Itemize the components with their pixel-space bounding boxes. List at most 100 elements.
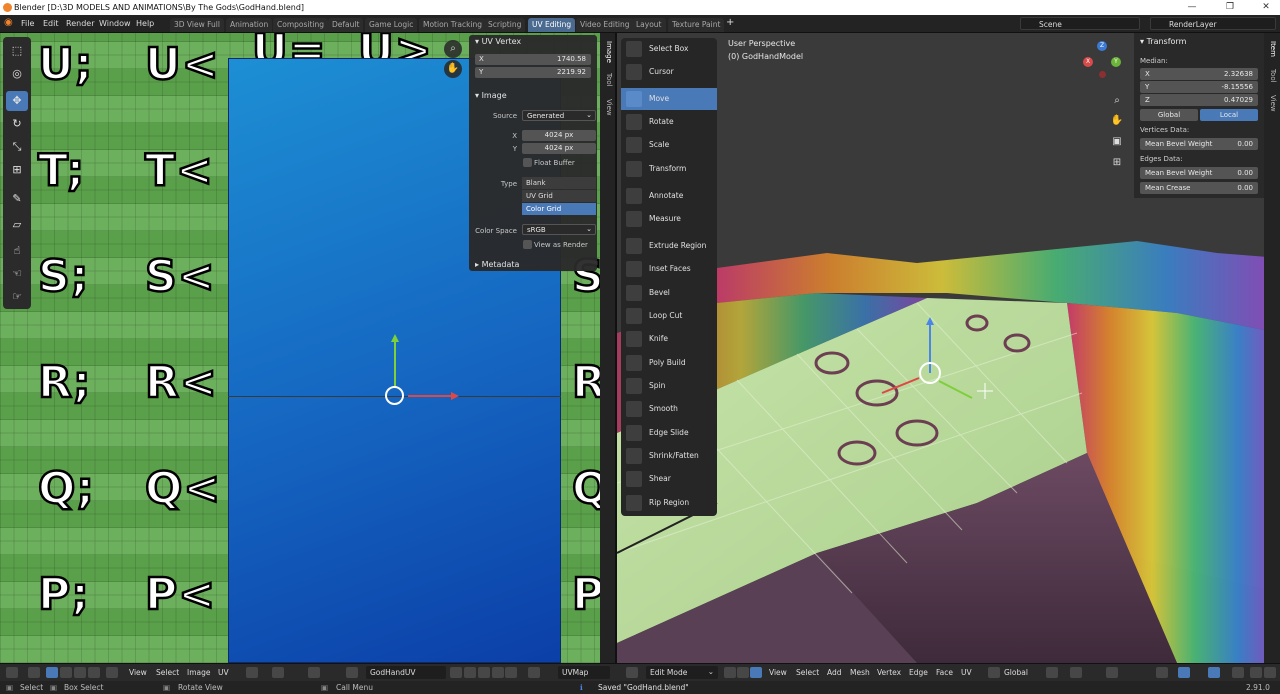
tab-layout[interactable]: Layout [632,18,666,32]
tool-transform[interactable]: Transform [621,158,717,180]
tool-knife[interactable]: Knife [621,328,717,350]
scene-field[interactable]: Scene [1020,17,1140,30]
image-browse-icon[interactable] [346,667,358,678]
color-space-dropdown[interactable]: sRGB ⌄ [522,224,596,235]
cursor-icon[interactable]: ◎ [6,64,28,84]
median-x-field[interactable]: X 2.32638 [1140,68,1258,80]
snap-icon[interactable] [272,667,284,678]
sidebar-tab-tool[interactable]: Tool [1266,69,1277,83]
image-name-field[interactable]: GodHandUV [366,666,446,679]
menu-render[interactable]: Render [66,19,94,28]
tool-poly-build[interactable]: Poly Build [621,352,717,374]
sticky-select-icon[interactable] [106,667,118,678]
tool-rip-region[interactable]: Rip Region [621,492,717,514]
rip-region-icon[interactable]: ▱ [6,215,28,235]
orientation-dropdown[interactable]: Global [1004,668,1028,677]
uv-menu-image[interactable]: Image [187,668,211,677]
mode-dropdown[interactable]: Edit Mode ⌄ [646,666,718,679]
tool-shrink-fatten[interactable]: Shrink/Fatten [621,445,717,467]
transform-header[interactable]: ▾ Transform [1140,37,1186,46]
tab-uv-editing[interactable]: UV Editing [528,18,576,32]
shading-material-icon[interactable] [1264,667,1276,678]
tab-default[interactable]: Default [328,18,364,32]
sidebar-tab-item[interactable]: Item [1266,41,1277,57]
face-mode-icon[interactable] [750,667,762,678]
pin-icon[interactable] [505,667,517,678]
view-as-render-checkbox[interactable] [523,240,532,249]
axis-x-icon[interactable]: X [1083,57,1093,67]
move-gizmo-y-arrow[interactable] [394,338,396,388]
uv-sync-icon[interactable] [28,667,40,678]
axis-y-icon[interactable]: Y [1111,57,1121,67]
pan-hand-icon[interactable]: ✋ [444,60,462,78]
pivot-icon[interactable] [1046,667,1058,678]
tool-smooth[interactable]: Smooth [621,398,717,420]
uv-map-field[interactable]: UVMap [558,666,610,679]
tool-move[interactable]: Move [621,88,717,110]
move-gizmo-center[interactable] [385,386,404,405]
zoom-icon[interactable]: ⌕ [444,40,462,58]
tool-rotate[interactable]: Rotate [621,111,717,133]
tool-cursor[interactable]: Cursor [621,61,717,83]
blender-menu-icon[interactable]: ◉ [4,17,13,28]
proportional-edit-icon[interactable] [308,667,320,678]
tab-texture-paint[interactable]: Texture Paint [668,18,725,32]
snap-icon[interactable] [1070,667,1082,678]
uv-editor[interactable]: U; T; S; R; Q; P; U< T< S< R< Q< P< U= U… [0,33,600,663]
tool-scale[interactable]: Scale [621,134,717,156]
vp-menu-select[interactable]: Select [796,668,819,677]
grab-icon[interactable]: ☝ [6,241,28,261]
editor-type-icon[interactable] [6,667,18,678]
tool-shear[interactable]: Shear [621,468,717,490]
global-toggle[interactable]: Global [1140,109,1198,121]
navigation-gizmo[interactable]: Z X Y [1083,41,1123,81]
vp-menu-uv[interactable]: UV [961,668,972,677]
uv-menu-uv[interactable]: UV [218,668,229,677]
camera-icon[interactable]: ▣ [1109,136,1125,152]
tool-bevel[interactable]: Bevel [621,282,717,304]
edge-select-icon[interactable] [60,667,72,678]
menu-edit[interactable]: Edit [43,19,59,28]
tool-select-box[interactable]: Select Box [621,38,717,60]
pinch-icon[interactable]: ☞ [6,287,28,307]
relax-icon[interactable]: ☜ [6,264,28,284]
metadata-header[interactable]: ▸ Metadata [475,260,519,269]
tab-3d-view-full[interactable]: 3D View Full [170,18,224,32]
fake-user-icon[interactable] [450,667,462,678]
vp-menu-edge[interactable]: Edge [909,668,928,677]
tool-annotate[interactable]: Annotate [621,185,717,207]
move-icon[interactable]: ✥ [6,91,28,111]
vertex-bevel-weight-field[interactable]: Mean Bevel Weight 0.00 [1140,138,1258,150]
face-select-icon[interactable] [74,667,86,678]
median-z-field[interactable]: Z 0.47029 [1140,94,1258,106]
xray-icon[interactable] [1232,667,1244,678]
tool-spin[interactable]: Spin [621,375,717,397]
menu-file[interactable]: File [21,19,34,28]
menu-help[interactable]: Help [136,19,154,28]
float-buffer-checkbox[interactable] [523,158,532,167]
orientation-icon[interactable] [988,667,1000,678]
vp-menu-view[interactable]: View [769,668,787,677]
source-dropdown[interactable]: Generated ⌄ [522,110,596,121]
transform-icon[interactable]: ⊞ [6,160,28,180]
scale-icon[interactable]: ⤡ [6,137,28,157]
tab-scripting[interactable]: Scripting [484,18,526,32]
tool-edge-slide[interactable]: Edge Slide [621,422,717,444]
tool-measure[interactable]: Measure [621,208,717,230]
vertex-mode-icon[interactable] [724,667,736,678]
vp-menu-vertex[interactable]: Vertex [877,668,901,677]
close-button[interactable]: ✕ [1254,1,1278,13]
tool-inset-faces[interactable]: Inset Faces [621,258,717,280]
menu-window[interactable]: Window [99,19,131,28]
edge-bevel-weight-field[interactable]: Mean Bevel Weight 0.00 [1140,167,1258,179]
axis-z-icon[interactable]: Z [1097,41,1107,51]
select-box-icon[interactable]: ⬚ [6,41,28,61]
tool-extrude-region[interactable]: Extrude Region [621,235,717,257]
visibility-icon[interactable] [1156,667,1168,678]
size-y-field[interactable]: 4024 px [522,143,596,154]
uv-vertex-header[interactable]: ▾ UV Vertex [475,37,521,46]
shading-solid-icon[interactable] [1250,667,1262,678]
grid-icon[interactable]: ⊞ [1109,157,1125,173]
viewport-editor-type-icon[interactable] [626,667,638,678]
maximize-button[interactable]: ❐ [1218,1,1242,13]
